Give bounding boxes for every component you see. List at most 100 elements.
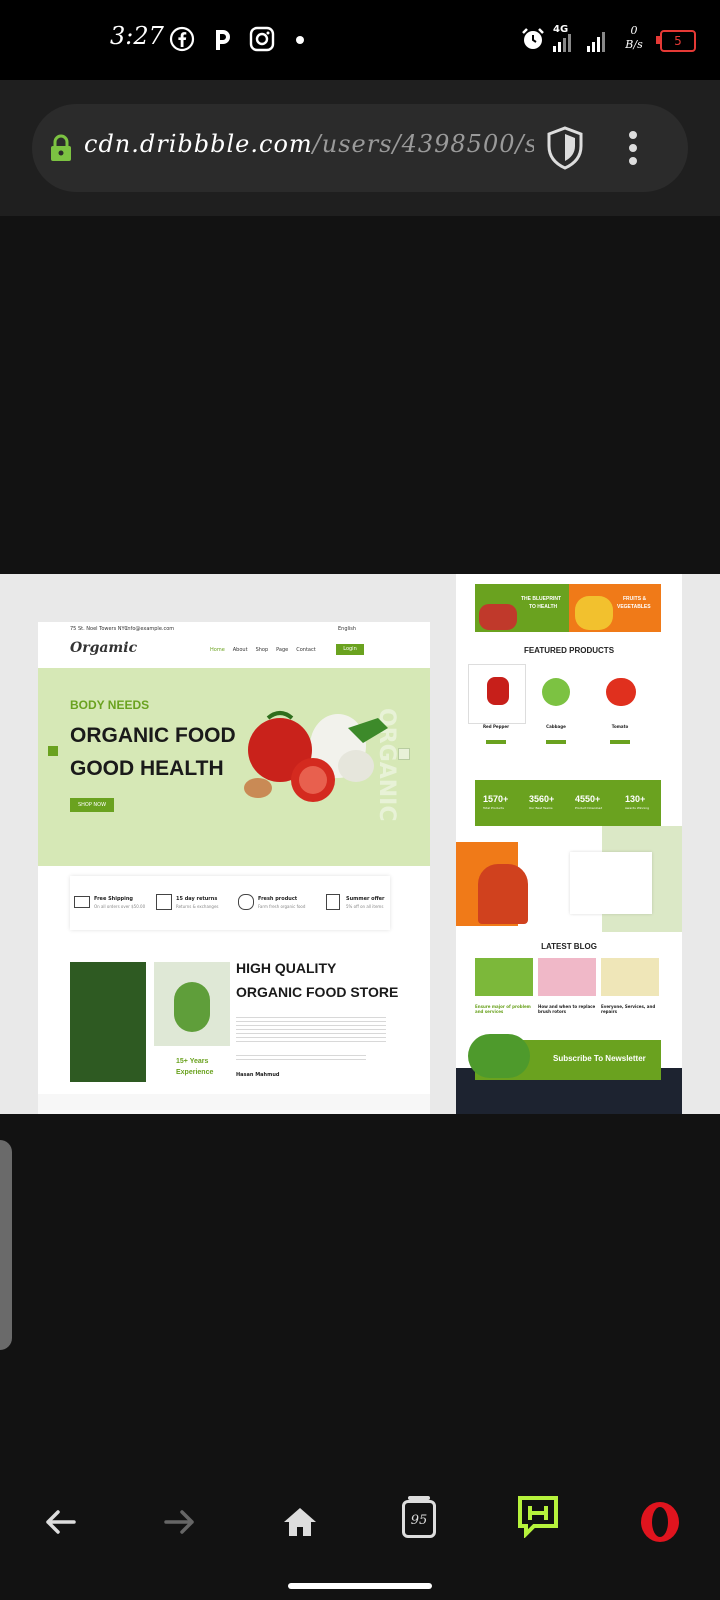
stat-number: 4550+ <box>575 794 601 804</box>
hero-shop-button: SHOP NOW <box>70 798 114 812</box>
newsletter-title: Subscribe To Newsletter <box>553 1054 646 1063</box>
slider-prev-arrow <box>48 746 58 756</box>
nav-item: About <box>232 647 248 653</box>
latest-blog-title: LATEST BLOG <box>541 942 597 951</box>
truck-icon <box>74 896 90 908</box>
veg-pile <box>479 604 517 630</box>
back-arrow-icon[interactable] <box>38 1500 82 1544</box>
flow-icon[interactable] <box>516 1494 560 1538</box>
add-to-cart <box>486 740 506 744</box>
about-title-line2: ORGANIC FOOD STORE <box>236 984 399 1000</box>
experience-number: 15+ Years <box>176 1058 209 1065</box>
forward-arrow-icon[interactable] <box>158 1500 202 1544</box>
featured-products-title: FEATURED PRODUCTS <box>523 646 615 655</box>
blog-post-title: Ensure major of problem and services <box>475 1004 531 1014</box>
stat-number: 3560+ <box>529 794 555 804</box>
edge-panel-handle[interactable] <box>0 1140 12 1350</box>
feature-title: Free Shipping <box>94 896 133 902</box>
url-path: /users/4398500/sc <box>312 130 534 158</box>
banner2-line2: VEGETABLES <box>617 604 651 610</box>
about-quote <box>236 1052 366 1062</box>
tabs-icon[interactable]: 95 <box>402 1500 436 1538</box>
fruit-pile <box>575 596 613 630</box>
topbar-email: info@example.com <box>126 626 175 632</box>
website-mockup-home: 75 St. Noel Towers NYC info@example.com … <box>38 622 430 1114</box>
shield-icon[interactable] <box>546 126 584 170</box>
products-preview-strip <box>38 1094 430 1114</box>
dot-icon <box>296 36 304 44</box>
stat-label: Total Products <box>483 806 504 810</box>
product-name: Red Pepper <box>482 724 510 729</box>
returns-icon <box>156 894 172 910</box>
nav-item: Contact <box>296 647 316 653</box>
banner1-line2: TO HEALTH <box>529 604 558 610</box>
feature-title: Fresh product <box>258 896 298 902</box>
website-mockup-sections: THE BLUEPRINT TO HEALTH FRUITS & VEGETAB… <box>456 574 682 1114</box>
stat-number: 1570+ <box>483 794 509 804</box>
features-strip: Free Shipping On all orders over $50.00 … <box>70 876 390 930</box>
delivery-person <box>478 864 528 924</box>
hero-kicker: BODY NEEDS <box>70 698 150 712</box>
blog-image-strawberry <box>601 958 659 996</box>
data-rate-value: 0 <box>630 24 638 37</box>
stat-label: Awards Winning <box>625 806 649 810</box>
add-to-cart <box>546 740 566 744</box>
instagram-icon <box>249 26 275 52</box>
about-photo-veg <box>154 962 230 1046</box>
status-bar: 3:27 4G 0 B/s 5 <box>0 0 720 80</box>
more-vert-icon[interactable] <box>626 130 640 166</box>
feature-sub: On all orders over $50.00 <box>94 904 146 909</box>
feature-title: 15 day returns <box>176 896 218 902</box>
clock: 3:27 <box>110 22 164 50</box>
battery-level: 5 <box>674 34 682 48</box>
about-photo-hands <box>70 962 146 1082</box>
signal-icon <box>587 32 605 52</box>
product-image-cabbage <box>542 678 570 706</box>
url-text[interactable]: cdn.dribbble.com/users/4398500/sc <box>84 130 534 158</box>
data-rate-unit: B/s <box>625 38 643 51</box>
nav-item: Page <box>276 647 289 653</box>
veg-shape <box>174 982 210 1032</box>
experience-label: Experience <box>176 1069 214 1076</box>
stat-label: Our Best Teams <box>529 806 553 810</box>
lock-icon <box>51 134 71 161</box>
vegetables-illustration <box>244 711 388 802</box>
promo-banner-1: THE BLUEPRINT TO HEALTH <box>475 584 569 632</box>
facebook-icon <box>169 26 195 52</box>
battery-tip <box>656 36 660 44</box>
banner2-line1: FRUITS & <box>623 596 647 602</box>
tabs-icon-top <box>408 1496 430 1500</box>
hero-title-line2: GOOD HEALTH <box>70 757 224 780</box>
home-icon[interactable] <box>278 1500 322 1544</box>
feature-sub: 5% off on all items <box>346 904 384 909</box>
offer-icon <box>326 894 340 910</box>
battery-indicator: 5 <box>660 30 696 52</box>
about-paragraph <box>236 1014 386 1044</box>
promo-banner-2: FRUITS & VEGETABLES <box>569 584 661 632</box>
add-to-cart <box>610 740 630 744</box>
feature-title: Summer offer <box>346 896 385 902</box>
about-title-line1: HIGH QUALITY <box>236 960 337 976</box>
feature-sub: Farm fresh organic food <box>258 904 306 909</box>
pinterest-icon <box>216 30 230 50</box>
tabs-count: 95 <box>410 1513 428 1528</box>
gesture-home-bar[interactable] <box>288 1583 432 1589</box>
product-name: Tomato <box>611 724 629 729</box>
blog-image-avocado <box>538 958 596 996</box>
alarm-icon <box>522 28 544 49</box>
language-select: English <box>338 626 357 632</box>
blog-image-lime <box>475 958 533 996</box>
opera-icon[interactable] <box>638 1500 682 1544</box>
product-image-tomato <box>606 678 636 706</box>
salad-bowl <box>468 1034 530 1078</box>
nav-item: Shop <box>255 647 269 653</box>
dribbble-shot-image[interactable]: 75 St. Noel Towers NYC info@example.com … <box>0 574 720 1114</box>
nav-item: Home <box>210 647 225 653</box>
product-card <box>468 664 526 724</box>
product-name: Cabbage <box>546 724 566 729</box>
signal-icon <box>553 34 571 52</box>
product-image-pepper <box>487 677 509 705</box>
stats-banner: 1570+ Total Products 3560+ Our Best Team… <box>475 780 661 826</box>
login-button: Login <box>336 644 364 655</box>
hero-title-line1: ORGANIC FOOD <box>70 724 236 747</box>
